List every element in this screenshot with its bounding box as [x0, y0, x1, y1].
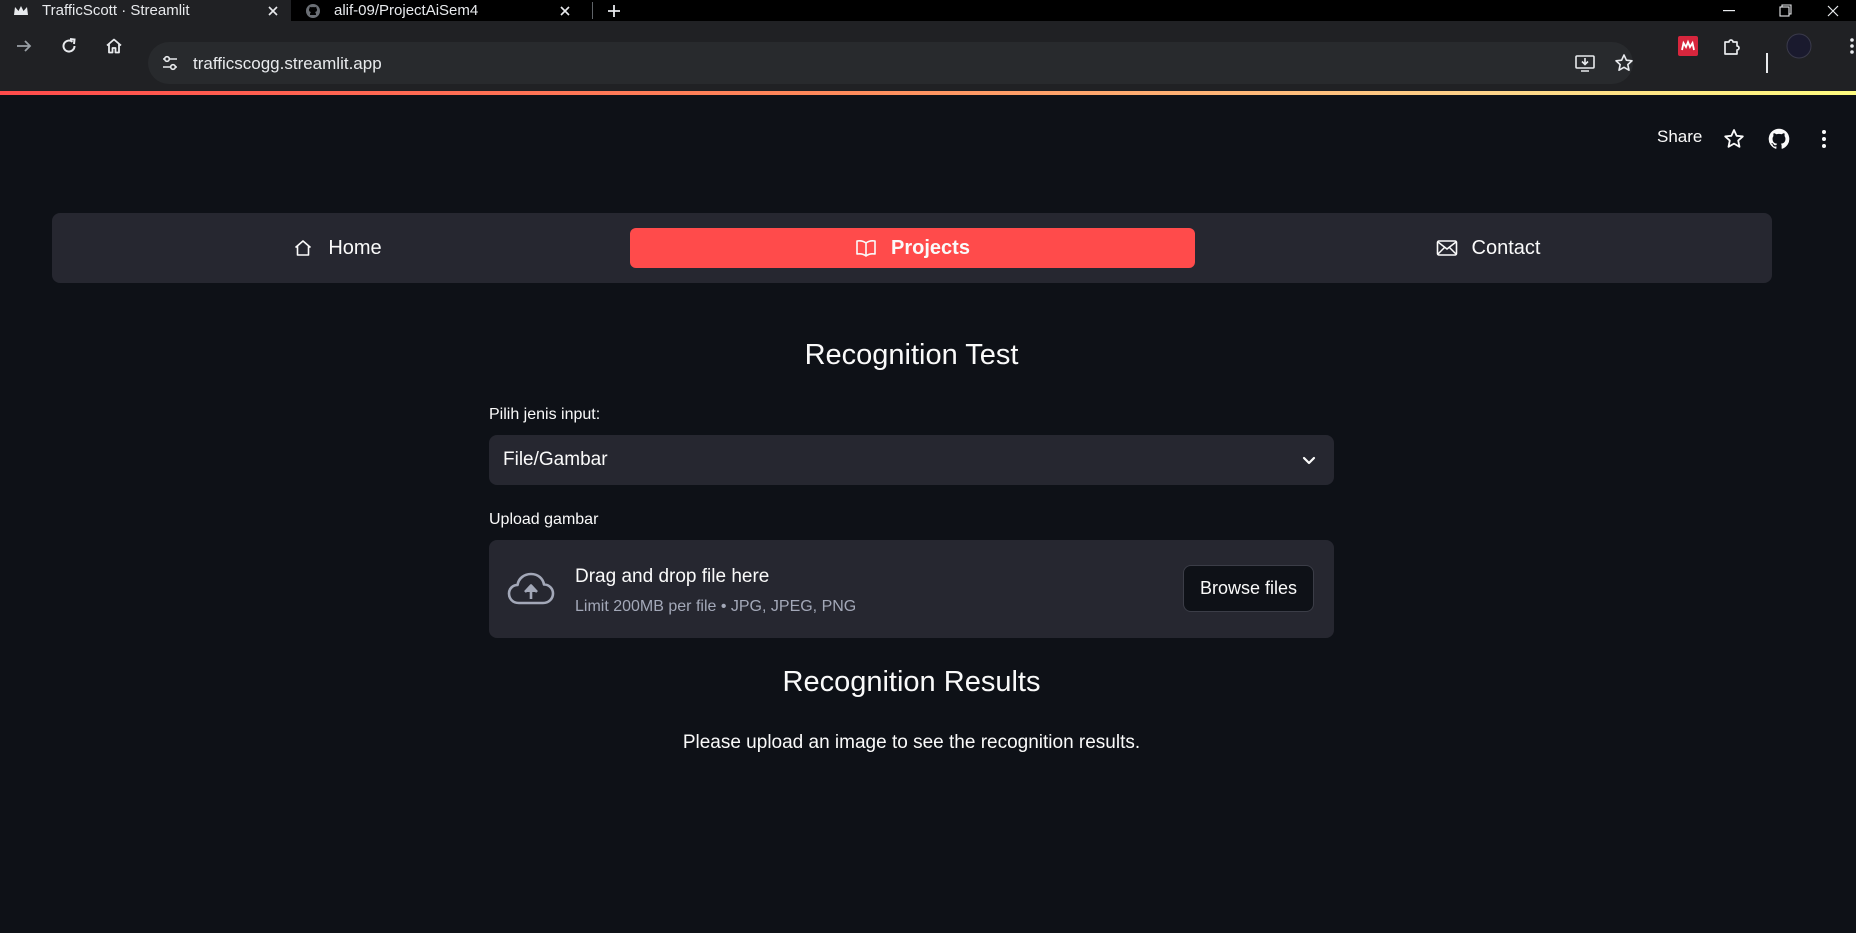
bookmark-star-icon[interactable] — [1611, 51, 1637, 75]
share-button[interactable]: Share — [1657, 127, 1702, 147]
close-tab-icon[interactable] — [553, 1, 577, 21]
upload-label: Upload gambar — [489, 511, 599, 528]
streamlit-crown-icon — [13, 4, 29, 18]
site-settings-icon[interactable] — [158, 51, 182, 75]
home-icon[interactable] — [98, 30, 130, 62]
tab-title: TrafficScott · Streamlit — [42, 2, 190, 19]
tab-separator — [592, 2, 593, 19]
browser-menu-icon[interactable] — [1836, 30, 1856, 62]
house-icon — [292, 237, 314, 259]
dropzone-instructions: Drag and drop file here — [575, 566, 770, 587]
option-menu-nav: Home Projects Contact — [52, 213, 1772, 283]
address-bar[interactable]: trafficscogg.streamlit.app — [148, 42, 1633, 84]
dropzone-limit: Limit 200MB per file • JPG, JPEG, PNG — [575, 598, 857, 615]
url-text[interactable]: trafficscogg.streamlit.app — [193, 54, 382, 74]
results-message: Please upload an image to see the recogn… — [682, 732, 1141, 753]
github-icon[interactable] — [1766, 126, 1792, 152]
close-tab-icon[interactable] — [261, 1, 285, 21]
page-title: Recognition Test — [804, 339, 1019, 371]
nav-item-home[interactable]: Home — [52, 228, 622, 268]
input-type-select[interactable]: File/Gambar — [489, 435, 1334, 485]
nav-item-contact[interactable]: Contact — [1204, 228, 1772, 268]
restore-window-icon[interactable] — [1762, 0, 1808, 21]
browser-tab-strip: TrafficScott · Streamlit alif-09/Project… — [0, 0, 1856, 21]
minimize-window-icon[interactable] — [1706, 0, 1752, 21]
extension-mendeley-icon[interactable] — [1672, 30, 1704, 62]
browse-files-button[interactable]: Browse files — [1183, 565, 1314, 612]
input-type-label: Pilih jenis input: — [489, 406, 601, 423]
tab-title: alif-09/ProjectAiSem4 — [334, 2, 479, 19]
browser-tab[interactable]: alif-09/ProjectAiSem4 — [292, 0, 583, 21]
extensions-puzzle-icon[interactable] — [1716, 30, 1748, 62]
nav-item-projects[interactable]: Projects — [630, 228, 1195, 268]
file-dropzone[interactable]: Drag and drop file here Limit 200MB per … — [489, 540, 1334, 638]
new-tab-button[interactable] — [601, 0, 627, 21]
close-window-icon[interactable] — [1810, 0, 1856, 21]
browser-tab-active[interactable]: TrafficScott · Streamlit — [0, 0, 291, 21]
profile-avatar[interactable] — [1783, 30, 1815, 62]
chevron-down-icon — [1298, 449, 1320, 471]
github-icon — [305, 3, 321, 18]
more-vertical-icon[interactable] — [1811, 126, 1837, 152]
app-header: Share — [0, 95, 1856, 180]
install-app-icon[interactable] — [1572, 51, 1598, 75]
nav-label: Contact — [1471, 236, 1541, 259]
selected-value: File/Gambar — [503, 449, 608, 470]
results-title: Recognition Results — [782, 666, 1041, 698]
forward-icon[interactable] — [8, 30, 40, 62]
book-icon — [855, 237, 877, 259]
nav-label: Projects — [891, 236, 970, 259]
star-icon[interactable] — [1721, 126, 1747, 152]
envelope-icon — [1436, 237, 1458, 259]
nav-label: Home — [328, 236, 382, 259]
cloud-upload-icon — [507, 570, 555, 608]
reload-icon[interactable] — [53, 30, 85, 62]
toolbar-separator — [1766, 53, 1768, 73]
